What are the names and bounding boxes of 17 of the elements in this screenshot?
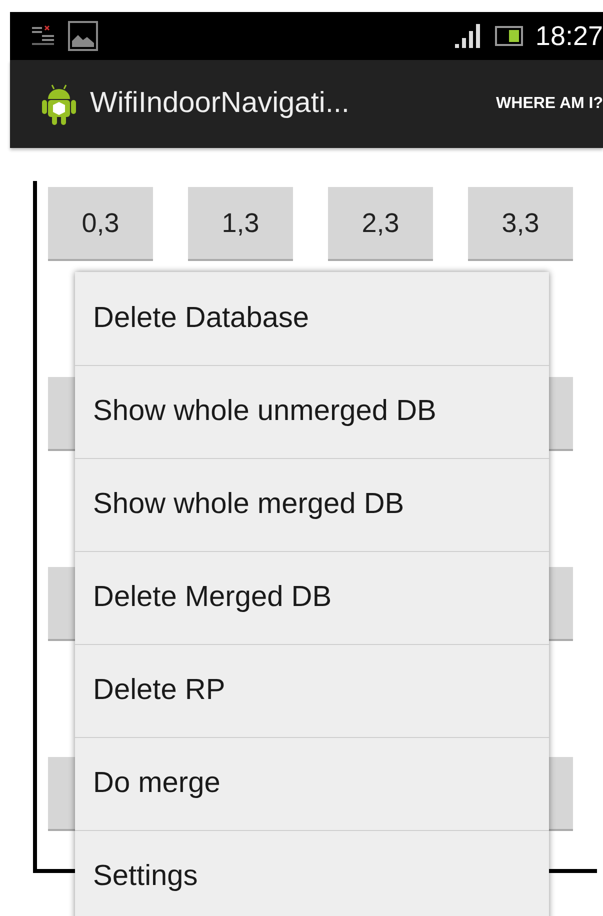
menu-item[interactable]: Delete RP <box>75 644 549 737</box>
where-am-i-button[interactable]: WHERE AM I? <box>488 60 603 148</box>
grid-point-button[interactable]: 3,3 <box>468 187 573 261</box>
menu-item[interactable]: Settings <box>75 830 549 916</box>
image-icon <box>68 21 98 51</box>
grid-point-button[interactable]: 2,3 <box>328 187 433 261</box>
grid-point-button[interactable]: 0,3 <box>48 187 153 261</box>
menu-item[interactable]: Do merge <box>75 737 549 830</box>
menu-item[interactable]: Show whole unmerged DB <box>75 365 549 458</box>
grid-point-button[interactable]: 1,3 <box>188 187 293 261</box>
battery-icon <box>495 26 524 46</box>
menu-item[interactable]: Delete Database <box>75 272 549 365</box>
menu-item[interactable]: Show whole merged DB <box>75 458 549 551</box>
notification-icon <box>30 24 56 48</box>
menu-item[interactable]: Delete Merged DB <box>75 551 549 644</box>
clock-time: 18:27 <box>535 20 603 53</box>
app-title: WifiIndoorNavigati... <box>90 86 350 122</box>
